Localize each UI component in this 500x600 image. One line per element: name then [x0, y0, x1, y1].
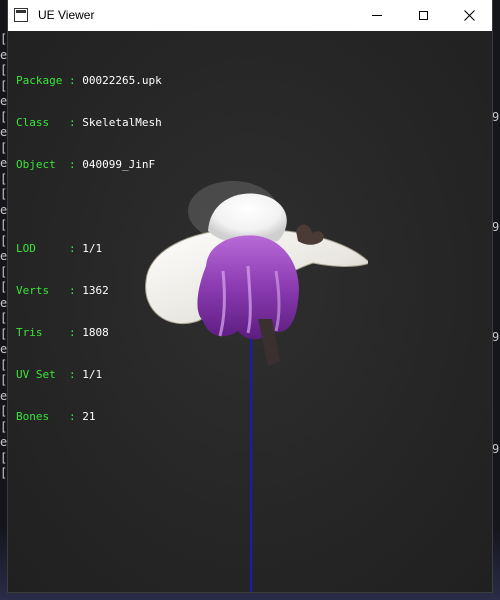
app-window-icon [14, 8, 28, 22]
close-icon [463, 10, 475, 21]
info-object-row: Object : 040099_JinF [16, 158, 156, 171]
info-bones-value: 21 [82, 410, 96, 423]
background-console-left: [ e [ [ e [ e [ e [ [ e [ [ e [ [ e [ [ … [0, 32, 8, 480]
info-uvset-value: 1/1 [82, 368, 103, 381]
info-tris-value: 1808 [82, 326, 109, 339]
console-glyph: 9 [492, 442, 500, 456]
minimize-button[interactable] [354, 0, 400, 31]
info-object-value: 040099_JinF [82, 158, 156, 171]
info-lod-value: 1/1 [82, 242, 103, 255]
title-bar[interactable]: UE Viewer [8, 0, 492, 31]
minimize-icon [372, 15, 382, 16]
console-glyph: 9 [492, 330, 500, 344]
info-verts-value: 1362 [82, 284, 109, 297]
maximize-button[interactable] [400, 0, 446, 31]
info-class-row: Class : SkeletalMesh [16, 116, 162, 129]
console-glyph: 9 [492, 220, 500, 234]
info-bones-row: Bones : 21 [16, 410, 96, 423]
window-title: UE Viewer [38, 8, 95, 22]
info-package-row: Package : 00022265.upk [16, 74, 162, 87]
background-console-right: 9 9 9 9 [492, 32, 500, 532]
skeletal-mesh-render [145, 181, 368, 366]
close-button[interactable] [446, 0, 492, 31]
info-class-value: SkeletalMesh [82, 116, 162, 129]
console-glyph: 9 [492, 110, 500, 124]
ue-viewer-window: UE Viewer Package : 00022265.upk Class :… [8, 0, 492, 592]
3d-viewport[interactable]: Package : 00022265.upk Class : SkeletalM… [8, 31, 492, 592]
info-package-value: 00022265.upk [82, 74, 162, 87]
maximize-icon [418, 11, 428, 20]
